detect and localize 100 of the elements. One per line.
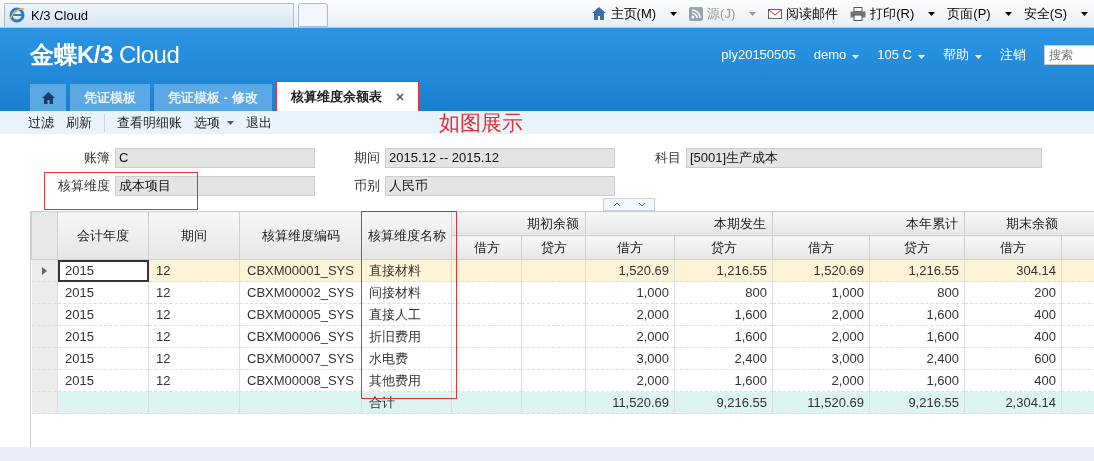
table-cell: 3,000 [636,351,669,366]
column-header[interactable]: 借方 [964,235,1062,260]
table-cell: CBXM00005_SYS [247,307,354,322]
table-cell: CBXM00008_SYS [247,373,354,388]
table-cell: 2015 [65,329,94,344]
column-header[interactable]: 借方 [772,235,870,260]
table-cell: 9,216.55 [908,395,959,410]
search-field[interactable]: 搜索 [1044,44,1094,65]
table-cell: 800 [937,285,959,300]
table-cell: 2015 [65,307,94,322]
table-cell: 间接材料 [369,284,421,300]
table-cell: 折旧费用 [369,328,421,344]
column-group-header: 本期发生 [585,211,773,236]
tab[interactable]: 核算维度余额表 [275,81,419,111]
table-cell: 2,400 [926,351,959,366]
field-label: 期间 [353,148,380,167]
table-cell: 9,216.55 [716,395,767,410]
mail-icon [768,7,783,20]
column-header[interactable]: 借方 [585,235,675,260]
home-icon [41,91,55,104]
command-button[interactable]: 打印(R) [850,4,936,23]
column-header[interactable]: 贷方 [869,235,965,260]
browser-tab-title[interactable]: K/3 Cloud [31,7,89,23]
collapse-toggle[interactable] [603,198,655,211]
table-cell: 1,600 [926,329,959,344]
table-cell: 12 [156,285,171,300]
command-button[interactable]: 阅读邮件 [768,4,839,23]
table-cell: 2015 [65,285,94,300]
column-header[interactable]: 期间 [148,211,240,260]
table-cell: 1,600 [734,373,767,388]
close-icon[interactable] [395,92,404,101]
table-cell: 2,000 [831,307,864,322]
input-field[interactable]: 成本项目 [115,175,315,196]
table-cell: CBXM00007_SYS [247,351,354,366]
table-cell: 2015 [65,263,94,278]
table-cell: 1,216.55 [908,263,959,278]
toolbar-button[interactable]: 退出 [246,113,272,132]
table-cell: 200 [1034,285,1056,300]
home-tab[interactable] [30,84,66,111]
field-label: 科目 [654,148,681,167]
column-group-header: 期末余额 [964,211,1094,236]
table-cell: 400 [1034,373,1056,388]
toolbar-button[interactable]: 刷新 [66,113,92,132]
table-cell: 2,400 [734,351,767,366]
column-header[interactable]: 贷方 [674,235,773,260]
column-header[interactable]: 核算维度名称 [361,211,452,260]
command-button[interactable]: 页面(P) [947,4,1012,23]
table-cell: 1,600 [734,329,767,344]
chevron-down-icon [637,202,646,207]
table-cell: 400 [1034,307,1056,322]
table-cell: 600 [1034,351,1056,366]
browser-logo-icon [9,7,25,23]
column-header[interactable]: 核算维度编码 [239,211,362,260]
input-field[interactable]: 2015.12 -- 2015.12 [385,147,615,168]
table-cell: 400 [1034,329,1056,344]
table-cell: 800 [745,285,767,300]
table-cell: CBXM00001_SYS [247,263,354,278]
table-cell: 304.14 [1016,263,1056,278]
input-field[interactable]: [5001]生产成本 [686,147,1042,168]
table-cell: CBXM00002_SYS [247,285,354,300]
table-cell: 直接人工 [369,306,421,322]
column-group-header: 期初余额 [451,211,586,236]
table-cell: 2,000 [636,329,669,344]
table-cell: CBXM00006_SYS [247,329,354,344]
logo: 金蝶K/3 Cloud [30,39,180,70]
table-cell: 12 [156,307,171,322]
input-field[interactable]: 人民币 [385,175,615,196]
toolbar-button[interactable]: 查看明细账 [104,113,182,132]
field-label: 核算维度 [57,176,110,195]
printer-icon [850,6,867,21]
table-cell: 2,000 [831,329,864,344]
table-cell: 1,000 [831,285,864,300]
command-button[interactable]: 安全(S) [1023,4,1088,23]
toolbar-button[interactable]: 选项 [194,113,234,132]
current-row-icon [41,267,47,275]
column-group-header: 本年累计 [772,211,965,236]
header-menu-item[interactable]: 注销 [1000,45,1026,64]
table-cell: 2,000 [636,307,669,322]
column-header[interactable]: 会计年度 [57,211,149,260]
table-cell: 2015 [65,373,94,388]
command-button[interactable]: 主页(M) [590,4,678,23]
annotation-text: 如图展示 [439,109,523,136]
table-cell: 2015 [65,351,94,366]
table-cell: 直接材料 [369,262,421,278]
header-menu-item[interactable]: 105 C [877,47,925,62]
toolbar-button[interactable]: 过滤 [28,113,54,132]
header-menu-item[interactable]: demo [813,47,860,62]
table-cell: 1,600 [734,307,767,322]
table-cell: 12 [156,263,171,278]
field-label: 币别 [353,176,380,195]
table-cell: 2,304.14 [1005,395,1056,410]
table-cell: 其他费用 [369,372,421,388]
input-field[interactable]: C [115,147,315,168]
table-cell: 1,520.69 [813,263,864,278]
table-cell: 水电费 [369,350,408,366]
home-icon [590,6,607,21]
table-cell: 12 [156,351,171,366]
table-cell: 3,000 [831,351,864,366]
table-cell: 2,000 [636,373,669,388]
chevron-up-icon [612,202,621,207]
